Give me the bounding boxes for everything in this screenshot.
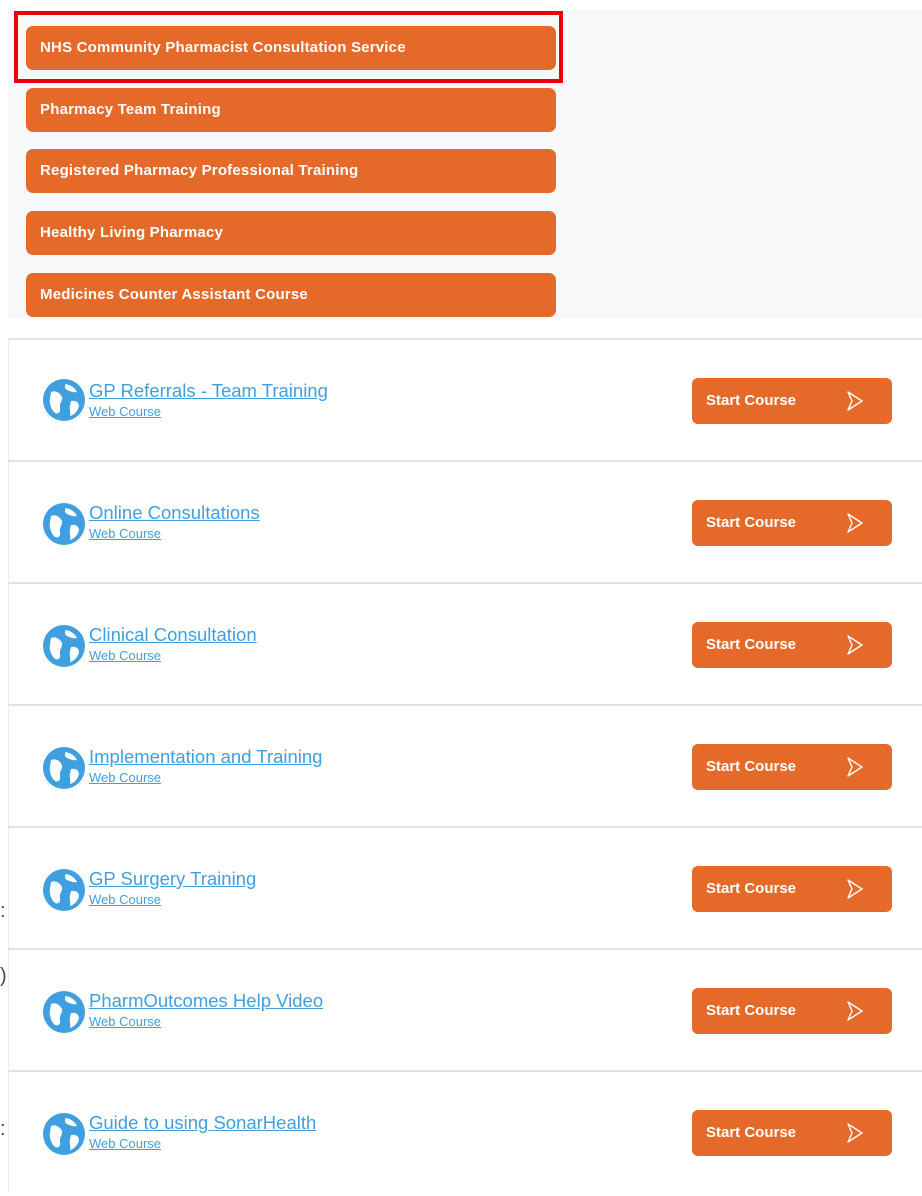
start-course-label: Start Course — [706, 758, 797, 775]
course-title-link[interactable]: GP Surgery Training — [89, 868, 256, 890]
start-course-button[interactable]: Start Course — [692, 500, 892, 546]
course-type-link[interactable]: Web Course — [89, 526, 161, 541]
course-row: Clinical Consultation Web Course Start C… — [8, 582, 922, 704]
globe-icon — [43, 747, 85, 789]
course-title-link[interactable]: PharmOutcomes Help Video — [89, 990, 323, 1012]
course-row: GP Surgery Training Web Course Start Cou… — [8, 826, 922, 948]
category-healthy-living-pharmacy-button[interactable]: Healthy Living Pharmacy — [26, 211, 556, 255]
start-course-button[interactable]: Start Course — [692, 378, 892, 424]
course-title-link[interactable]: Guide to using SonarHealth — [89, 1112, 316, 1134]
globe-icon — [43, 869, 85, 911]
start-course-label: Start Course — [706, 514, 797, 531]
course-row: Guide to using SonarHealth Web Course St… — [8, 1070, 922, 1192]
start-course-label: Start Course — [706, 1002, 797, 1019]
start-course-button[interactable]: Start Course — [692, 622, 892, 668]
course-title-link[interactable]: Online Consultations — [89, 502, 260, 524]
arrow-right-icon — [847, 635, 863, 655]
course-row: Online Consultations Web Course Start Co… — [8, 460, 922, 582]
globe-icon — [43, 1113, 85, 1155]
course-type-link[interactable]: Web Course — [89, 892, 161, 907]
course-list: GP Referrals - Team Training Web Course … — [8, 338, 922, 1192]
globe-icon — [43, 379, 85, 421]
category-pharmacy-team-training-button[interactable]: Pharmacy Team Training — [26, 88, 556, 132]
clipped-edge-fragment: ) — [0, 965, 6, 989]
start-course-button[interactable]: Start Course — [692, 744, 892, 790]
arrow-right-icon — [847, 1123, 863, 1143]
arrow-right-icon — [847, 391, 863, 411]
course-type-link[interactable]: Web Course — [89, 1136, 161, 1151]
globe-icon — [43, 991, 85, 1033]
start-course-label: Start Course — [706, 392, 797, 409]
start-course-label: Start Course — [706, 636, 797, 653]
arrow-right-icon — [847, 879, 863, 899]
start-course-button[interactable]: Start Course — [692, 988, 892, 1034]
page: NHS Community Pharmacist Consultation Se… — [0, 0, 922, 1196]
course-row: Implementation and Training Web Course S… — [8, 704, 922, 826]
course-title-link[interactable]: Implementation and Training — [89, 746, 322, 768]
arrow-right-icon — [847, 513, 863, 533]
course-type-link[interactable]: Web Course — [89, 404, 161, 419]
course-type-link[interactable]: Web Course — [89, 770, 161, 785]
course-title-link[interactable]: GP Referrals - Team Training — [89, 380, 328, 402]
arrow-right-icon — [847, 1001, 863, 1021]
course-row: GP Referrals - Team Training Web Course … — [8, 338, 922, 460]
clipped-edge-fragment: : — [0, 1118, 6, 1140]
arrow-right-icon — [847, 757, 863, 777]
start-course-button[interactable]: Start Course — [692, 1110, 892, 1156]
globe-icon — [43, 503, 85, 545]
clipped-edge-fragment: : — [0, 900, 6, 922]
course-type-link[interactable]: Web Course — [89, 1014, 161, 1029]
start-course-label: Start Course — [706, 1124, 797, 1141]
category-nhs-cpcs-button[interactable]: NHS Community Pharmacist Consultation Se… — [26, 26, 556, 70]
start-course-button[interactable]: Start Course — [692, 866, 892, 912]
category-registered-pharmacy-professional-button[interactable]: Registered Pharmacy Professional Trainin… — [26, 149, 556, 193]
start-course-label: Start Course — [706, 880, 797, 897]
category-medicines-counter-assistant-button[interactable]: Medicines Counter Assistant Course — [26, 273, 556, 317]
globe-icon — [43, 625, 85, 667]
course-title-link[interactable]: Clinical Consultation — [89, 624, 257, 646]
course-row: PharmOutcomes Help Video Web Course Star… — [8, 948, 922, 1070]
course-type-link[interactable]: Web Course — [89, 648, 161, 663]
